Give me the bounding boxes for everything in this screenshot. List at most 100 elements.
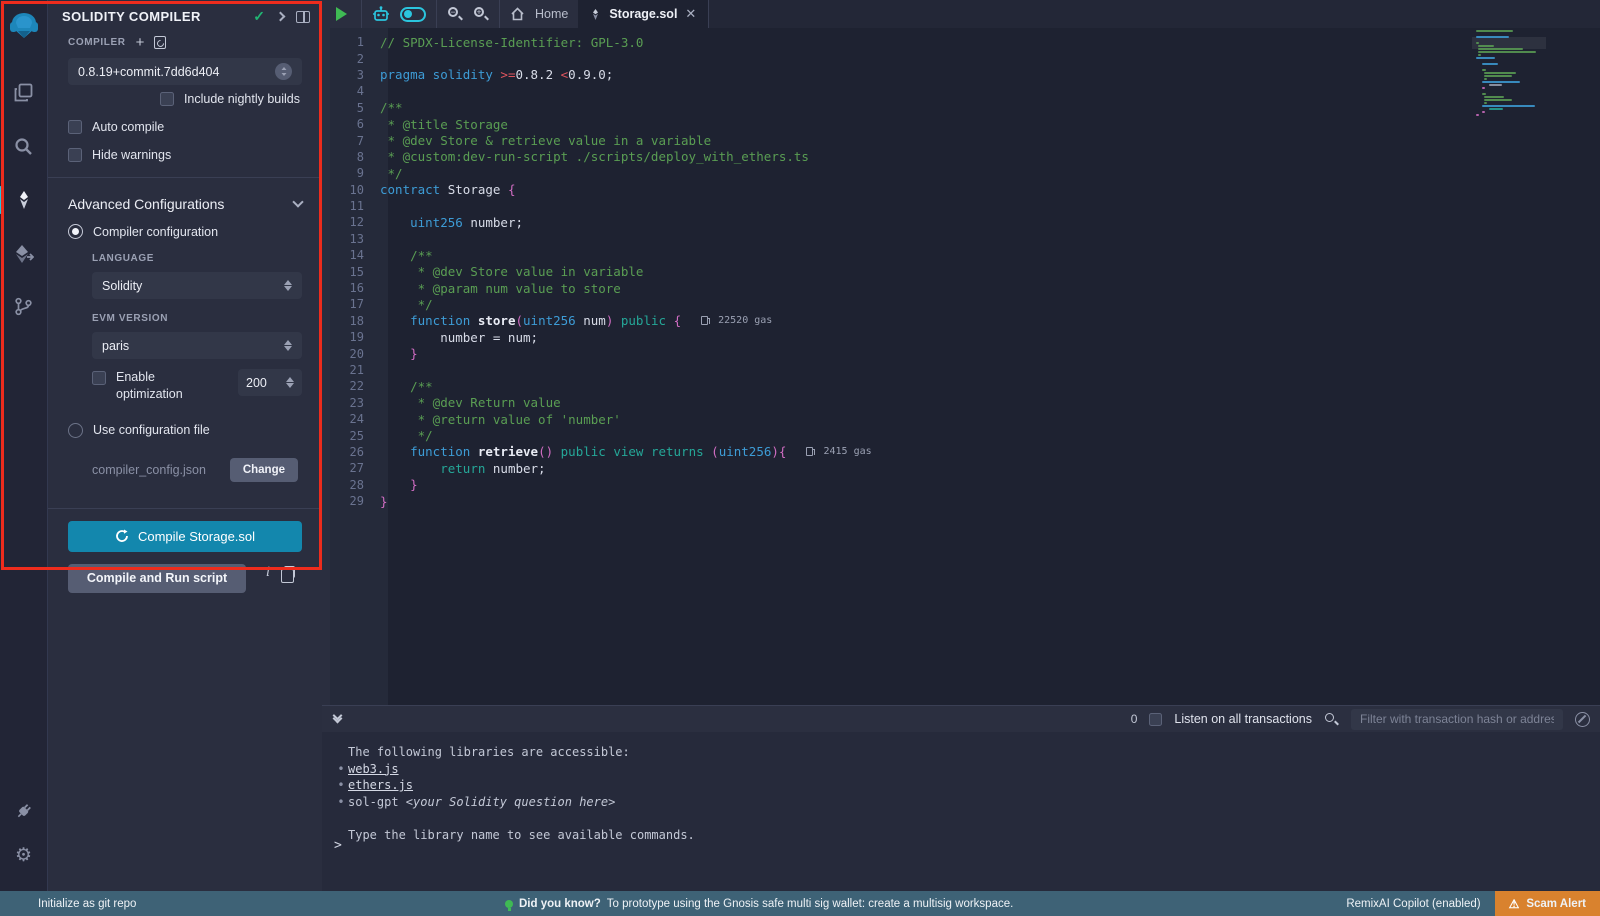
compiler-configuration-radio[interactable] — [68, 224, 83, 239]
code-line[interactable]: 13 — [330, 231, 1460, 247]
compiler-version-select[interactable]: 0.8.19+commit.7dd6d404 — [68, 58, 302, 85]
advanced-configurations-toggle[interactable]: Advanced Configurations — [48, 186, 322, 218]
terminal-header[interactable]: 0 Listen on all transactions — [322, 705, 1600, 732]
tab-storage-sol[interactable]: Storage.sol ✕ — [578, 0, 709, 28]
editor-topbar: − + Home Storage.sol ✕ — [322, 0, 1600, 28]
panel-resize-handle[interactable] — [322, 28, 330, 705]
language-select[interactable]: Solidity — [92, 272, 302, 299]
info-icon[interactable]: i — [266, 565, 270, 580]
code-line[interactable]: 18 function store(uint256 num) public { … — [330, 313, 1460, 329]
code-line[interactable]: 4 — [330, 83, 1460, 99]
terminal-prompt[interactable]: > — [334, 838, 342, 853]
code-line[interactable]: 12 uint256 number; — [330, 214, 1460, 230]
ai-copilot-robot-icon[interactable] — [372, 6, 390, 23]
did-you-know-hint: Did you know? To prototype using the Gno… — [505, 898, 1013, 910]
copy-icon[interactable] — [284, 566, 295, 578]
evm-version-select[interactable]: paris — [92, 332, 302, 359]
transaction-filter-input[interactable] — [1351, 709, 1563, 730]
code-line[interactable]: 19 number = num; — [330, 329, 1460, 345]
sidebar-item-git[interactable] — [0, 284, 48, 328]
hide-warnings-checkbox[interactable] — [68, 148, 82, 162]
clear-console-icon[interactable] — [1575, 712, 1590, 727]
terminal-line: Type the library name to see available c… — [334, 827, 1600, 844]
pin-panel-icon[interactable] — [296, 11, 310, 23]
chevron-down-icon — [292, 196, 303, 207]
sidebar-item-search[interactable] — [0, 124, 48, 168]
chevron-right-icon[interactable] — [276, 12, 286, 22]
add-compiler-icon[interactable]: + — [136, 35, 145, 50]
sidebar-item-deploy-run[interactable] — [0, 232, 48, 276]
zoom-out-icon[interactable]: − — [447, 6, 463, 22]
copilot-toggle[interactable] — [400, 7, 426, 22]
code-line[interactable]: 23 * @dev Return value — [330, 395, 1460, 411]
settings-button[interactable]: ⚙ — [0, 833, 48, 877]
minimap[interactable] — [1476, 30, 1542, 117]
code-line[interactable]: 21 — [330, 362, 1460, 378]
home-tab[interactable]: Home — [500, 0, 578, 28]
git-init-button[interactable]: Initialize as git repo — [0, 898, 136, 910]
scam-alert-button[interactable]: ⚠ Scam Alert — [1495, 891, 1600, 916]
code-line[interactable]: 22 /** — [330, 378, 1460, 394]
auto-compile-checkbox[interactable] — [68, 120, 82, 134]
run-script-segment — [322, 0, 362, 28]
code-line[interactable]: 7 * @dev Store & retrieve value in a var… — [330, 132, 1460, 148]
status-bar: Initialize as git repo Did you know? To … — [0, 891, 1600, 916]
code-text: } — [380, 494, 388, 509]
library-link[interactable]: web3.js — [348, 761, 399, 778]
code-line[interactable]: 8 * @custom:dev-run-script ./scripts/dep… — [330, 149, 1460, 165]
zoom-segment: − + — [437, 0, 500, 28]
code-line[interactable]: 9 */ — [330, 165, 1460, 181]
change-config-button[interactable]: Change — [230, 458, 298, 482]
code-line[interactable]: 15 * @dev Store value in variable — [330, 263, 1460, 279]
solidity-file-icon — [590, 8, 601, 21]
active-plugin-indicator — [0, 186, 3, 214]
code-line[interactable]: 11 — [330, 198, 1460, 214]
open-file-icon[interactable] — [154, 36, 166, 49]
compile-and-run-button[interactable]: Compile and Run script — [68, 564, 246, 593]
use-configuration-file-radio[interactable] — [68, 423, 83, 438]
code-line[interactable]: 26 function retrieve() public view retur… — [330, 444, 1460, 460]
code-line[interactable]: 24 * @return value of 'number' — [330, 411, 1460, 427]
listen-all-transactions-checkbox[interactable] — [1149, 713, 1162, 726]
compiler-configuration-label: Compiler configuration — [93, 225, 218, 239]
terminal-output[interactable]: The following libraries are accessible:•… — [322, 732, 1600, 891]
tab-close-icon[interactable]: ✕ — [685, 6, 696, 22]
terminal-search-icon[interactable] — [1324, 712, 1339, 727]
code-line[interactable]: 14 /** — [330, 247, 1460, 263]
optimization-runs-input[interactable]: 200 — [238, 369, 302, 396]
copilot-status[interactable]: RemixAI Copilot (enabled) — [1346, 898, 1494, 910]
code-line[interactable]: 27 return number; — [330, 460, 1460, 476]
language-label: LANGUAGE — [92, 253, 154, 264]
version-sort-icon — [275, 63, 292, 80]
code-line[interactable]: 5/** — [330, 100, 1460, 116]
code-line[interactable]: 1// SPDX-License-Identifier: GPL-3.0 — [330, 34, 1460, 50]
include-nightly-checkbox[interactable] — [160, 92, 174, 106]
code-editor[interactable]: 1// SPDX-License-Identifier: GPL-3.023pr… — [322, 28, 1600, 705]
code-line[interactable]: 16 * @param num value to store — [330, 280, 1460, 296]
library-link[interactable]: ethers.js — [348, 777, 413, 794]
code-line[interactable]: 3pragma solidity >=0.8.2 <0.9.0; — [330, 67, 1460, 83]
gas-estimate: 2415 gas — [806, 446, 871, 457]
code-text: function store(uint256 num) public { 225… — [380, 313, 772, 328]
code-line[interactable]: 28 } — [330, 477, 1460, 493]
code-line[interactable]: 20 } — [330, 345, 1460, 361]
code-text: number = num; — [380, 330, 538, 345]
code-line[interactable]: 29} — [330, 493, 1460, 509]
terminal-collapse-icon[interactable] — [334, 716, 341, 722]
code-line[interactable]: 10contract Storage { — [330, 182, 1460, 198]
code-content[interactable]: 1// SPDX-License-Identifier: GPL-3.023pr… — [330, 34, 1460, 509]
code-line[interactable]: 2 — [330, 50, 1460, 66]
plugin-manager-button[interactable] — [0, 789, 48, 833]
sidebar-item-solidity-compiler[interactable] — [0, 178, 48, 222]
sidebar-item-file-explorer[interactable] — [0, 70, 48, 114]
code-line[interactable]: 25 */ — [330, 427, 1460, 443]
code-line[interactable]: 17 */ — [330, 296, 1460, 312]
compile-button[interactable]: Compile Storage.sol — [68, 521, 302, 552]
remix-logo[interactable] — [0, 0, 48, 52]
run-script-button[interactable] — [336, 7, 347, 21]
terminal-line: •web3.js — [334, 761, 1600, 778]
code-line[interactable]: 6 * @title Storage — [330, 116, 1460, 132]
enable-optimization-checkbox[interactable] — [92, 371, 106, 385]
zoom-in-icon[interactable]: + — [473, 6, 489, 22]
line-number: 19 — [330, 330, 380, 344]
